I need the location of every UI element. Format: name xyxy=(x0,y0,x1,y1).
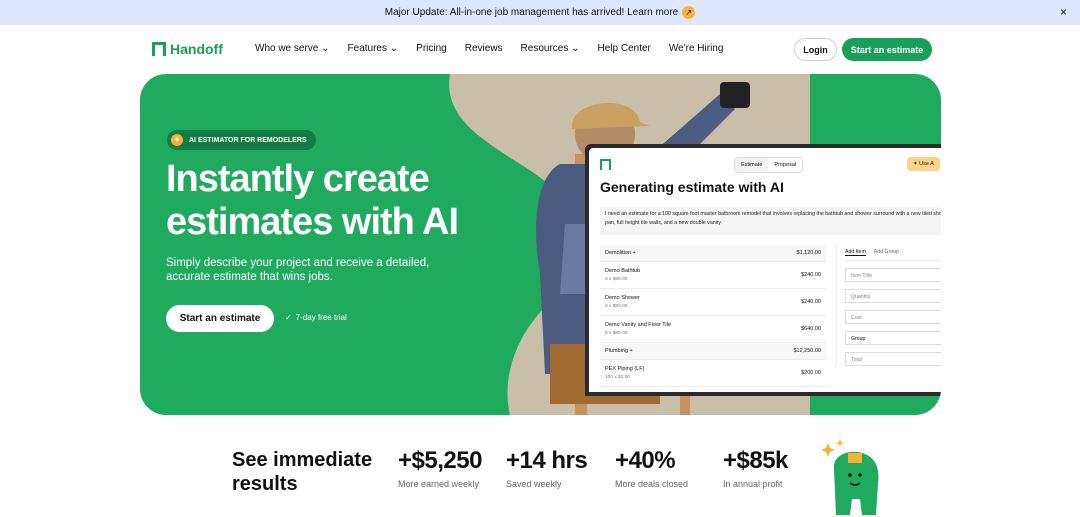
group-row[interactable]: Demolition + $1,120.00 xyxy=(600,245,826,262)
stat-hours: +14 hrs Saved weekly xyxy=(506,447,588,489)
nav-item-label: Who we serve xyxy=(255,43,319,54)
stat-value: +$85k xyxy=(723,447,788,474)
sparkle-icon: ✦ xyxy=(171,134,183,146)
stat-profit: +$85k In annual profit xyxy=(723,447,788,489)
nav-item-help-center[interactable]: Help Center xyxy=(598,43,651,54)
item-title-field[interactable]: Item Title xyxy=(845,268,941,282)
group-total: $1,120.00 xyxy=(796,250,821,256)
ai-badge: ✦ AI ESTIMATOR FOR REMODELERS xyxy=(167,130,316,150)
stat-label: More deals closed xyxy=(615,479,689,489)
group-total: $12,250.00 xyxy=(793,348,821,354)
check-circle-icon: ✓ xyxy=(285,313,292,322)
trial-label: 7-day free trial xyxy=(295,313,347,322)
item-detail: 3 x $80.00 xyxy=(605,277,628,282)
use-ai-button[interactable]: ✦ Use A xyxy=(907,157,940,171)
item-detail: 100 x $2.00 xyxy=(605,375,631,380)
line-item-row[interactable]: Demo Vanity and Floor Tile 8 x $80.00 $64… xyxy=(600,316,826,343)
nav-menu: Who we serve ⌄ Features ⌄ Pricing Review… xyxy=(255,43,723,54)
item-total: $200.00 xyxy=(801,370,821,376)
nav-item-label: Features xyxy=(347,43,387,54)
stat-label: Saved weekly xyxy=(506,479,562,489)
line-item-row[interactable]: PEX Piping (LF) 100 x $2.00 $200.00 xyxy=(600,360,826,387)
results-section: See immediate results +$5,250 More earne… xyxy=(0,415,1080,517)
prompt-text: I need an estimate for a 100 square foot… xyxy=(600,207,941,235)
hero-subtitle: Simply describe your project and receive… xyxy=(166,257,430,283)
chevron-down-icon: ⌄ xyxy=(571,43,580,54)
nav-item-who-we-serve[interactable]: Who we serve ⌄ xyxy=(255,43,330,54)
trial-note: ✓ 7-day free trial xyxy=(285,313,347,322)
stat-value: +14 hrs xyxy=(506,447,588,474)
hero-title: Instantly create estimates with AI xyxy=(166,158,496,244)
total-field: Total xyxy=(845,352,941,366)
stat-label: More earned weekly xyxy=(398,479,480,489)
app-preview: Estimate Proposal ✦ Use A Generating est… xyxy=(585,144,941,396)
nav-item-reviews[interactable]: Reviews xyxy=(465,43,503,54)
stat-deals: +40% More deals closed xyxy=(615,447,688,489)
nav-item-resources[interactable]: Resources ⌄ xyxy=(521,43,580,54)
app-heading: Generating estimate with AI xyxy=(600,179,784,195)
item-name: Demo Vanity and Floor Tile xyxy=(605,322,671,328)
login-button[interactable]: Login xyxy=(794,38,837,61)
stat-earned: +$5,250 More earned weekly xyxy=(398,447,482,489)
item-detail: 8 x $80.00 xyxy=(605,331,628,336)
results-heading-line-2: results xyxy=(232,473,298,495)
hero-title-line-1: Instantly create xyxy=(166,158,430,200)
plus-icon[interactable]: + xyxy=(629,348,632,354)
handoff-app-logo-icon xyxy=(600,159,611,170)
group-row[interactable]: Plumbing + $12,250.00 xyxy=(600,343,826,360)
stat-value: +$5,250 xyxy=(398,447,482,474)
logo[interactable]: Handoff xyxy=(152,41,223,57)
top-nav: Handoff Who we serve ⌄ Features ⌄ Pricin… xyxy=(0,25,1080,75)
arrow-up-right-icon[interactable]: ↗ xyxy=(682,6,696,19)
item-name: Demo Bathtub xyxy=(605,268,641,274)
results-heading-line-1: See immediate xyxy=(232,449,373,471)
start-estimate-nav-button[interactable]: Start an estimate xyxy=(842,38,932,61)
add-item-panel: Add Item Add Group Item Title Quantity C… xyxy=(836,245,941,366)
item-total: $640.00 xyxy=(801,326,821,332)
nav-item-label: Resources xyxy=(520,43,569,54)
mascot-illustration xyxy=(822,439,879,515)
hero-title-line-2: estimates with AI xyxy=(166,201,459,243)
plus-icon[interactable]: + xyxy=(633,250,636,256)
use-ai-label: Use A xyxy=(919,161,934,167)
badge-label: AI ESTIMATOR FOR REMODELERS xyxy=(189,136,307,144)
chevron-down-icon: ⌄ xyxy=(389,43,399,54)
item-total: $240.00 xyxy=(801,272,821,278)
hero-section: ✦ AI ESTIMATOR FOR REMODELERS Instantly … xyxy=(140,74,941,415)
app-window: Estimate Proposal ✦ Use A Generating est… xyxy=(589,148,941,392)
nav-item-pricing[interactable]: Pricing xyxy=(416,43,447,54)
line-item-row[interactable]: Demo Shower 3 x $80.00 $240.00 xyxy=(600,289,826,316)
banner-text[interactable]: Major Update: All-in-one job management … xyxy=(385,7,679,18)
item-detail: 3 x $80.00 xyxy=(605,304,628,309)
stat-value: +40% xyxy=(615,447,676,474)
nav-item-features[interactable]: Features ⌄ xyxy=(348,43,399,54)
item-name: PEX Piping (LF) xyxy=(605,366,645,372)
tab-estimate[interactable]: Estimate xyxy=(735,158,769,172)
item-total: $240.00 xyxy=(801,299,821,305)
logo-mark-icon xyxy=(152,42,166,56)
app-tabs: Estimate Proposal xyxy=(734,157,804,173)
line-item-row[interactable]: Demo Bathtub 3 x $80.00 $240.00 xyxy=(600,262,826,289)
tab-add-group[interactable]: Add Group xyxy=(874,249,899,256)
results-heading: See immediate results xyxy=(232,448,392,496)
tab-add-item[interactable]: Add Item xyxy=(845,249,866,256)
estimate-table: Demolition + $1,120.00 Demo Bathtub 3 x $… xyxy=(600,245,826,387)
tab-proposal[interactable]: Proposal xyxy=(768,158,802,172)
group-field[interactable]: Group xyxy=(845,331,941,345)
sparkle-icon: ✦ xyxy=(913,161,918,167)
cost-field[interactable]: Cost xyxy=(845,310,941,324)
nav-item-hiring[interactable]: We're Hiring xyxy=(669,43,724,54)
quantity-field[interactable]: Quantity xyxy=(845,289,941,303)
item-name: Demo Shower xyxy=(605,295,640,301)
logo-text: Handoff xyxy=(170,41,223,57)
chevron-down-icon: ⌄ xyxy=(321,43,330,54)
group-name: Demolition xyxy=(605,250,631,256)
start-estimate-hero-button[interactable]: Start an estimate xyxy=(166,305,274,332)
group-name: Plumbing xyxy=(605,348,628,354)
panel-tabs: Add Item Add Group xyxy=(845,245,941,261)
stat-label: In annual profit xyxy=(723,479,783,489)
announcement-banner: Major Update: All-in-one job management … xyxy=(0,0,1080,25)
close-icon[interactable]: × xyxy=(1060,5,1067,19)
